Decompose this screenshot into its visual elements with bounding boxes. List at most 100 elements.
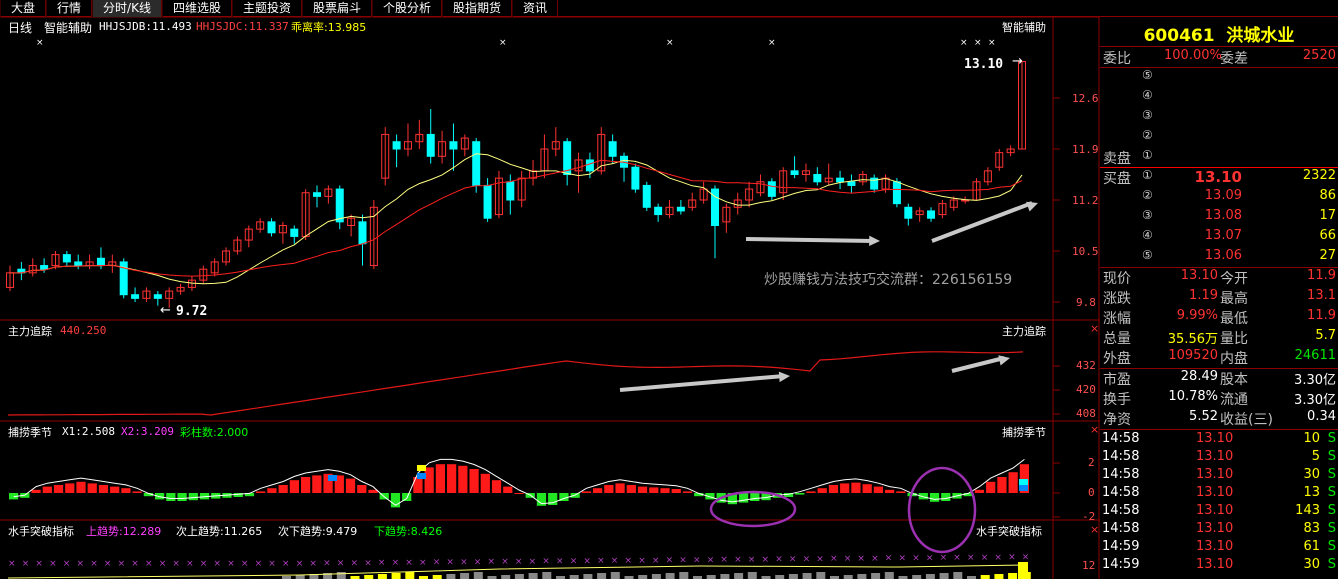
stat-row: 总量 35.56万 量比 5.7: [1100, 328, 1338, 348]
tab-1[interactable]: 行情: [46, 0, 93, 17]
histogram-bar: [997, 477, 1007, 493]
histogram-bar: [604, 485, 614, 493]
tick-row: 14:58 13.10 13 S: [1100, 485, 1338, 505]
stat-label: 今开: [1220, 271, 1248, 287]
trend-x-mark: ×: [666, 556, 674, 566]
buy-level-row: ⑤ 13.06 27: [1100, 248, 1338, 268]
trend-x-mark: ×: [803, 554, 811, 564]
buy-level-volume: 2322: [1302, 168, 1336, 183]
buy-level-index: ⑤: [1142, 248, 1153, 262]
histogram-bar: [750, 493, 760, 501]
volume-block: [679, 572, 689, 579]
stock-code: 600461: [1143, 26, 1215, 46]
volume-block: [747, 572, 757, 579]
low-price-mark: 9.72: [176, 304, 208, 319]
tab-0[interactable]: 大盘: [0, 0, 47, 17]
trend-x-mark: ×: [419, 558, 427, 568]
histogram-bar: [491, 480, 502, 493]
buy-level-volume: 27: [1319, 248, 1336, 263]
histogram-bar: [357, 485, 367, 493]
signal-x-icon: ×: [666, 38, 674, 48]
panel3-axis-label: -2: [1082, 510, 1096, 523]
tab-2[interactable]: 分时/K线: [92, 0, 162, 17]
stat-value: 5.7: [1315, 328, 1336, 343]
candle-body: [847, 181, 856, 186]
candle-body: [836, 177, 845, 183]
kline-chart[interactable]: × × × → ← × × × × × × × × × × × × × × × × × × × × × × × × × × × × × × × × × × ×…: [0, 17, 1100, 579]
weicha-value: 2520: [1302, 48, 1336, 63]
histogram-bar: [402, 493, 412, 501]
stock-name: 洪城水业: [1226, 26, 1295, 46]
indicator-line3: 乖离率:13.985: [291, 21, 367, 34]
trend-x-mark: ×: [159, 559, 167, 569]
tick-row: 14:59 13.10 30 S: [1100, 557, 1338, 577]
ma-line-short: [10, 153, 1023, 285]
tick-row: 14:58 13.10 30 S: [1100, 467, 1338, 487]
histogram-bar: [929, 493, 940, 502]
volume-block: [377, 574, 387, 579]
trend-x-mark: ×: [762, 555, 770, 565]
stat-row: 涨跌 1.19 最高 13.1: [1100, 288, 1338, 308]
candle-body: [313, 192, 322, 197]
trend-x-mark: ×: [214, 559, 222, 569]
chart-area[interactable]: × × × → ← × × × × × × × × × × × × × × × × × × × × × × × × × × × × × × × × × × ×…: [0, 17, 1100, 579]
indicator-line2: HHJSJDC:11.337: [196, 20, 289, 33]
tick-price: 13.10: [1196, 467, 1234, 482]
tick-flag: S: [1327, 521, 1336, 536]
annotation-arrow-head: [778, 371, 790, 383]
candle-body: [40, 265, 49, 270]
trend-x-mark: ×: [748, 555, 756, 565]
tick-flag: S: [1327, 467, 1336, 482]
tab-7[interactable]: 股指期货: [442, 0, 513, 17]
histogram-bar: [840, 483, 850, 493]
volume-block: [884, 572, 894, 579]
trend-x-mark: ×: [474, 557, 482, 567]
tick-time: 14:58: [1102, 485, 1140, 500]
panel4-up: 上趋势:12.289: [86, 525, 162, 538]
trend-x-mark: ×: [625, 556, 633, 566]
volume-block: [843, 575, 853, 579]
tick-volume: 30: [1303, 557, 1320, 572]
tab-8[interactable]: 资讯: [512, 0, 559, 17]
trend-x-mark: ×: [200, 559, 208, 569]
histogram-bar: [278, 485, 288, 493]
volume-block: [720, 574, 730, 579]
trend-x-mark: ×: [49, 559, 57, 569]
volume-block: [1018, 562, 1028, 579]
candle-body: [449, 141, 458, 150]
candle-body: [74, 261, 83, 267]
tab-3[interactable]: 四维选股: [161, 0, 232, 17]
histogram-bar: [896, 491, 906, 493]
sell-level-index: ②: [1142, 128, 1153, 142]
tab-4[interactable]: 主题投资: [231, 0, 302, 17]
tab-6[interactable]: 个股分析: [372, 0, 443, 17]
close-icon: ×: [1090, 423, 1099, 436]
buy-level-row: ④ 13.07 66: [1100, 228, 1338, 248]
candle-body: [506, 181, 515, 201]
trend-x-mark: ×: [241, 559, 249, 569]
panel2-right-name: 主力追踪: [1002, 325, 1046, 338]
trend-x-mark: ×: [282, 559, 290, 569]
trend-x-mark: ×: [994, 553, 1002, 563]
tab-5[interactable]: 股票扁斗: [301, 0, 372, 17]
trend-x-mark: ×: [885, 554, 893, 564]
trend-x-mark: ×: [597, 556, 605, 566]
histogram-bar: [31, 489, 41, 493]
tick-row: 14:58 13.10 143 S: [1100, 503, 1338, 523]
tick-row: 14:58 13.10 83 S: [1100, 521, 1338, 541]
tick-volume: 83: [1303, 521, 1320, 536]
tick-price: 13.10: [1196, 557, 1234, 572]
trend-x-mark: ×: [638, 556, 646, 566]
price-axis-label: 10.5: [1072, 245, 1099, 258]
tick-price: 13.10: [1196, 503, 1234, 518]
panel4-right-name: 水手突破指标: [976, 525, 1042, 538]
tick-time: 14:58: [1102, 449, 1140, 464]
tick-flag: S: [1327, 539, 1336, 554]
panel3-name: 捕捞季节: [8, 426, 52, 439]
tick-volume: 61: [1303, 539, 1320, 554]
fund-row: 换手 10.78% 流通 3.30亿: [1100, 389, 1338, 409]
volume-block: [857, 574, 867, 579]
trend-x-mark: ×: [63, 559, 71, 569]
tick-flag: S: [1327, 503, 1336, 518]
fund-row: 净资 5.52 收益(三) 0.34: [1100, 409, 1338, 429]
